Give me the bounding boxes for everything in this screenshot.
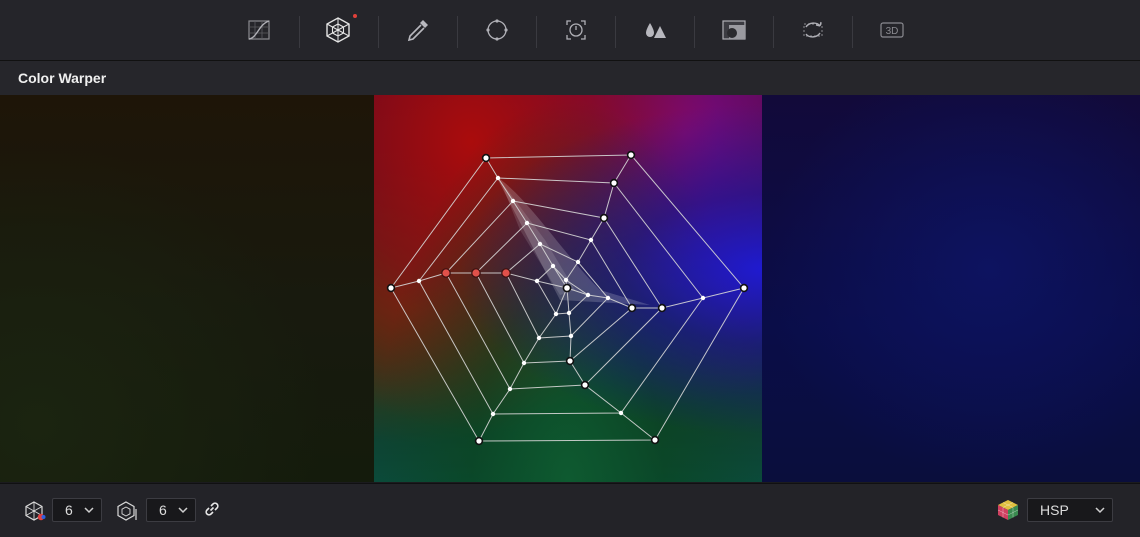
- hue-points-icon: [25, 501, 46, 521]
- chevron-down-icon: [1095, 507, 1105, 514]
- saturation-points-icon: [117, 501, 137, 521]
- saturation-points-select[interactable]: 6: [146, 498, 196, 522]
- key-icon: [722, 20, 746, 40]
- key-tool-button[interactable]: [695, 0, 773, 60]
- sizing-icon: [803, 21, 823, 38]
- 3d-tool-button[interactable]: 3D: [853, 0, 931, 60]
- warp-mesh[interactable]: [0, 95, 1140, 482]
- window-tool-button[interactable]: [458, 0, 536, 60]
- chevron-down-icon: [178, 507, 188, 514]
- hue-points-select[interactable]: 6: [52, 498, 102, 522]
- warper-controls-bar: 6 6 HSP: [0, 483, 1140, 537]
- hue-points-value: 6: [65, 502, 73, 518]
- active-indicator: [353, 14, 357, 18]
- svg-text:3D: 3D: [886, 26, 899, 37]
- sizing-tool-button[interactable]: [774, 0, 852, 60]
- saturation-points-value: 6: [159, 502, 167, 518]
- chevron-down-icon: [84, 507, 94, 514]
- tracker-icon: [566, 20, 586, 40]
- color-space-value: HSP: [1040, 502, 1069, 518]
- blur-icon: [646, 23, 666, 38]
- panel-header: Color Warper: [0, 61, 1140, 96]
- link-icon[interactable]: [203, 500, 221, 518]
- power-window-icon: [486, 19, 508, 41]
- color-warper-viewer[interactable]: [0, 95, 1140, 482]
- qualifier-tool-button[interactable]: [379, 0, 457, 60]
- color-cube-icon: [997, 500, 1019, 520]
- 3d-icon: 3D: [880, 22, 904, 38]
- color-space-select[interactable]: HSP: [1027, 498, 1113, 522]
- curves-icon: [248, 20, 270, 40]
- blur-tool-button[interactable]: [616, 0, 694, 60]
- tracker-tool-button[interactable]: [537, 0, 615, 60]
- color-warper-tool-button[interactable]: [299, 0, 377, 60]
- eyedropper-icon: [407, 20, 428, 42]
- palette-toolbar: 3D: [0, 0, 1140, 61]
- color-warper-icon: [326, 17, 350, 43]
- panel-title: Color Warper: [18, 70, 107, 86]
- curves-tool-button[interactable]: [220, 0, 298, 60]
